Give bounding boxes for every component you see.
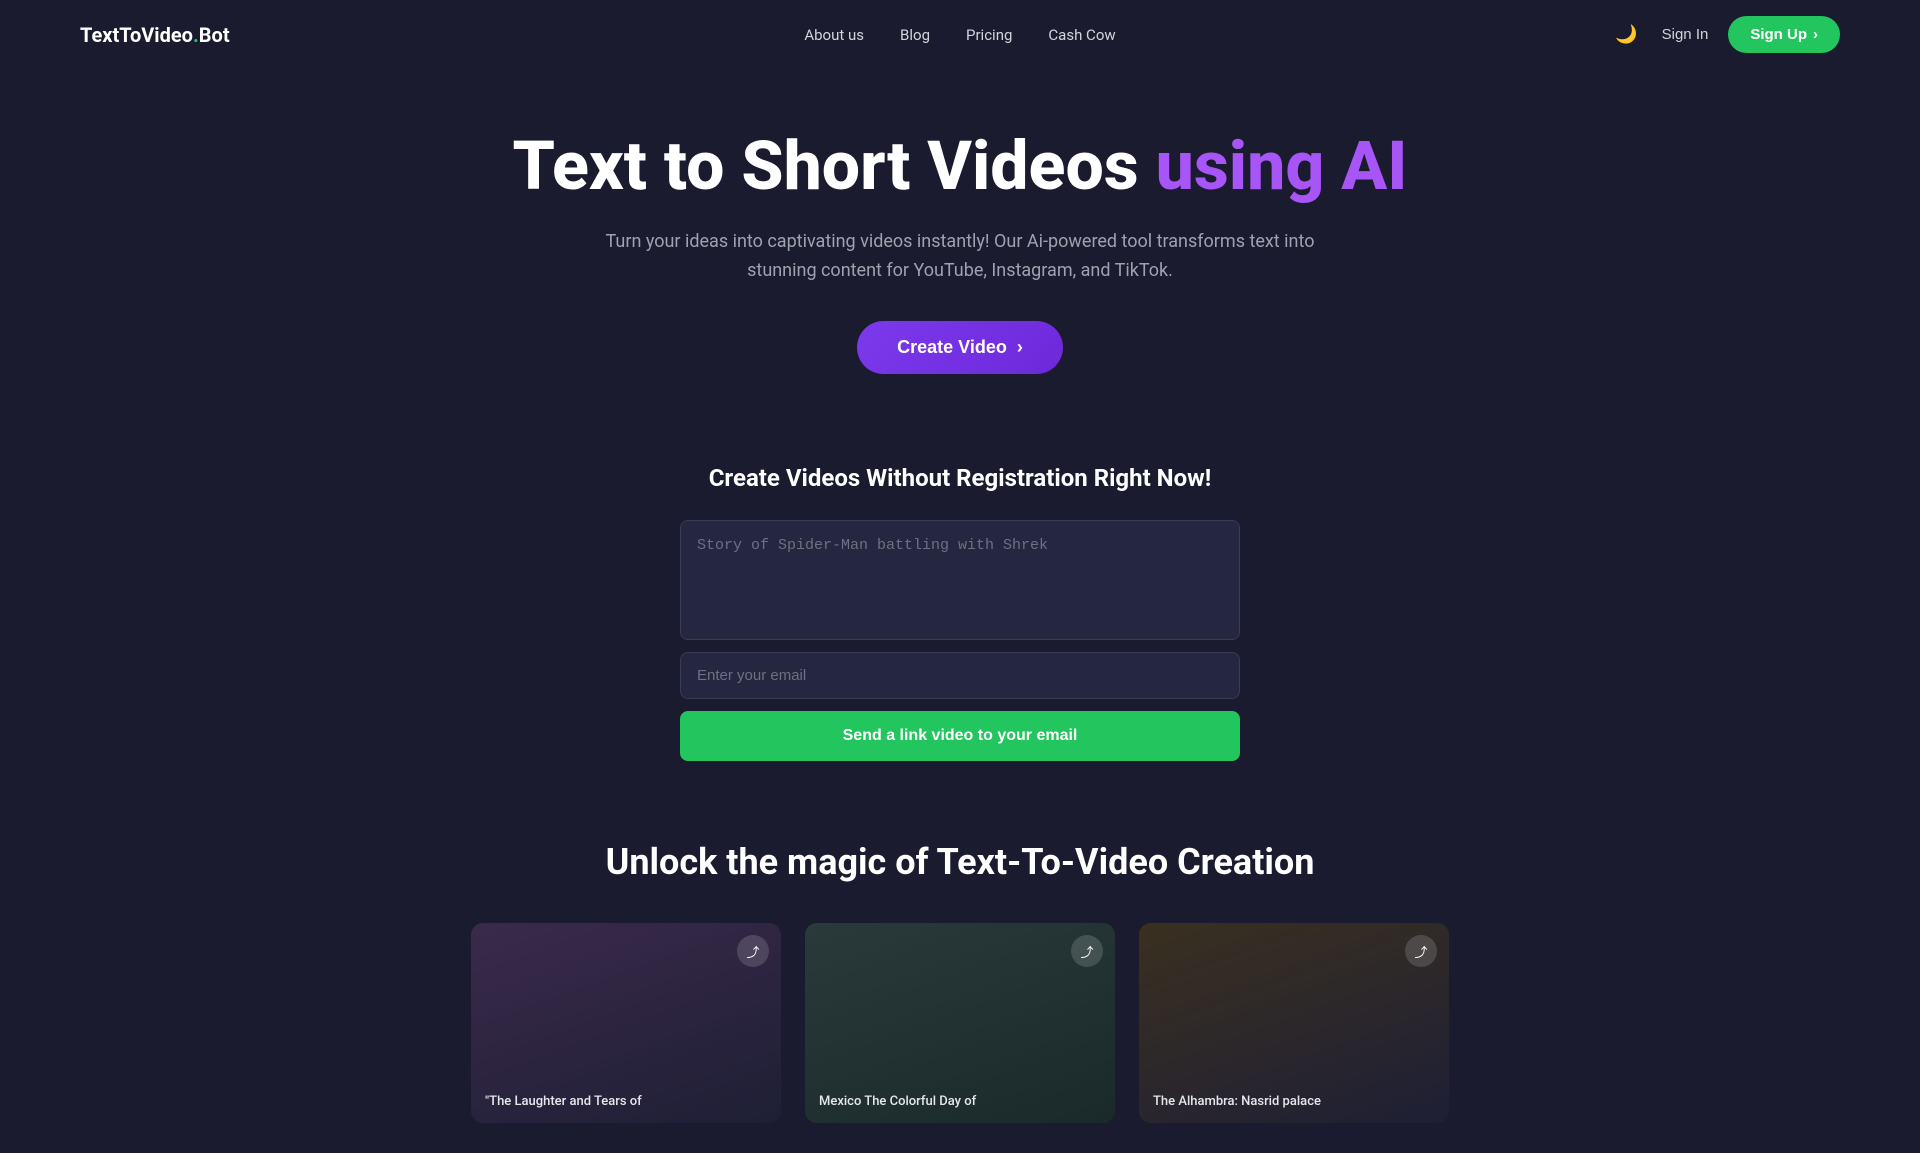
arrow-right-icon: › [1813, 26, 1818, 43]
moon-icon: 🌙 [1615, 24, 1637, 44]
magic-section: Unlock the magic of Text-To-Video Creati… [0, 781, 1920, 1153]
sign-up-button[interactable]: Sign Up › [1728, 16, 1840, 53]
magic-section-title: Unlock the magic of Text-To-Video Creati… [20, 841, 1900, 883]
video-card-3-label: The Alhambra: Nasrid palace [1153, 1094, 1321, 1109]
video-card-1[interactable]: "The Laughter and Tears of ⤴ [471, 923, 781, 1123]
video-card-1-label: "The Laughter and Tears of [485, 1094, 642, 1109]
sign-up-label: Sign Up [1750, 26, 1807, 43]
share-icon-2: ⤴ [1080, 942, 1093, 961]
logo-suffix: Bot [199, 23, 230, 47]
form-section-title: Create Videos Without Registration Right… [20, 464, 1900, 492]
hero-section: Text to Short Videos using AI Turn your … [0, 69, 1920, 414]
story-textarea[interactable] [680, 520, 1240, 640]
form-container: Send a link video to your email [680, 520, 1240, 761]
hero-title-start: Text to Short Videos [512, 126, 1155, 206]
share-icon-1: ⤴ [746, 942, 759, 961]
sign-in-button[interactable]: Sign In [1662, 26, 1709, 43]
hero-subtitle: Turn your ideas into captivating videos … [580, 228, 1340, 286]
navbar: TextToVideo.Bot About us Blog Pricing Ca… [0, 0, 1920, 69]
theme-toggle-button[interactable]: 🌙 [1611, 20, 1641, 49]
nav-about-us[interactable]: About us [804, 26, 864, 44]
video-card-2-label: Mexico The Colorful Day of [819, 1094, 976, 1109]
nav-links: About us Blog Pricing Cash Cow [804, 26, 1115, 44]
nav-blog[interactable]: Blog [900, 26, 930, 44]
chevron-right-icon: › [1017, 337, 1023, 358]
share-icon-3: ⤴ [1414, 942, 1427, 961]
hero-title: Text to Short Videos using AI [20, 129, 1900, 204]
video-card-3[interactable]: The Alhambra: Nasrid palace ⤴ [1139, 923, 1449, 1123]
nav-cash-cow[interactable]: Cash Cow [1048, 26, 1115, 44]
create-video-button[interactable]: Create Video › [857, 321, 1063, 374]
hero-title-highlight: using AI [1156, 126, 1408, 206]
video-card-2[interactable]: Mexico The Colorful Day of ⤴ [805, 923, 1115, 1123]
video-cards: "The Laughter and Tears of ⤴ Mexico The … [20, 923, 1900, 1123]
send-link-button[interactable]: Send a link video to your email [680, 711, 1240, 761]
nav-pricing[interactable]: Pricing [966, 26, 1012, 44]
create-video-label: Create Video [897, 337, 1007, 358]
email-input[interactable] [680, 652, 1240, 699]
logo-text: TextToVideo [80, 23, 193, 47]
nav-right: 🌙 Sign In Sign Up › [1611, 16, 1840, 53]
form-section: Create Videos Without Registration Right… [0, 414, 1920, 781]
logo: TextToVideo.Bot [80, 23, 230, 47]
